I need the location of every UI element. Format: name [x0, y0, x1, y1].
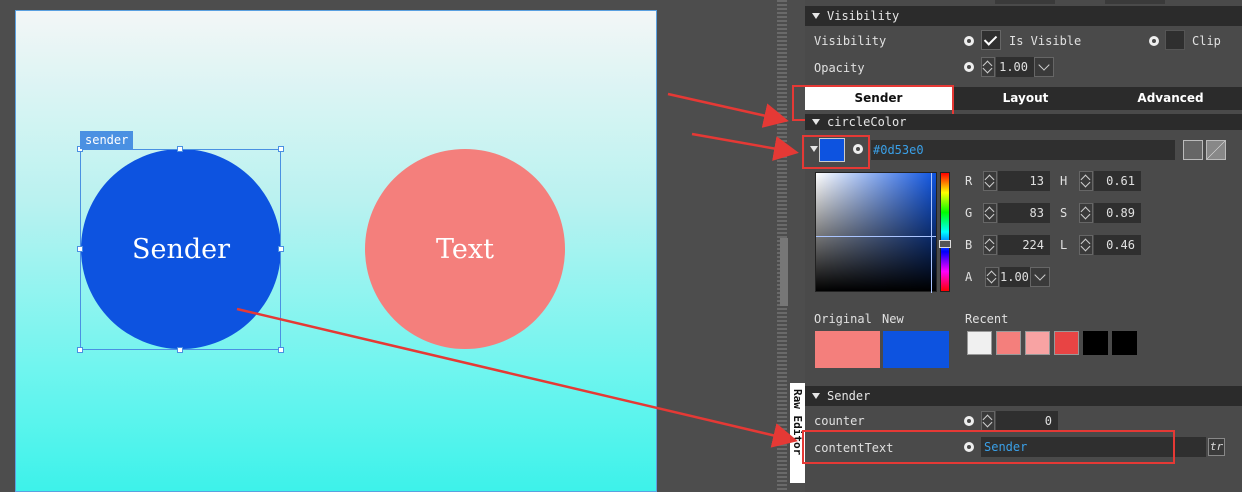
arrow-to-sender-tab: [667, 92, 789, 128]
annotation-arrows: [236, 92, 799, 448]
arrow-to-content-text: [236, 307, 798, 448]
arrow-to-color-swatch: [691, 132, 799, 161]
